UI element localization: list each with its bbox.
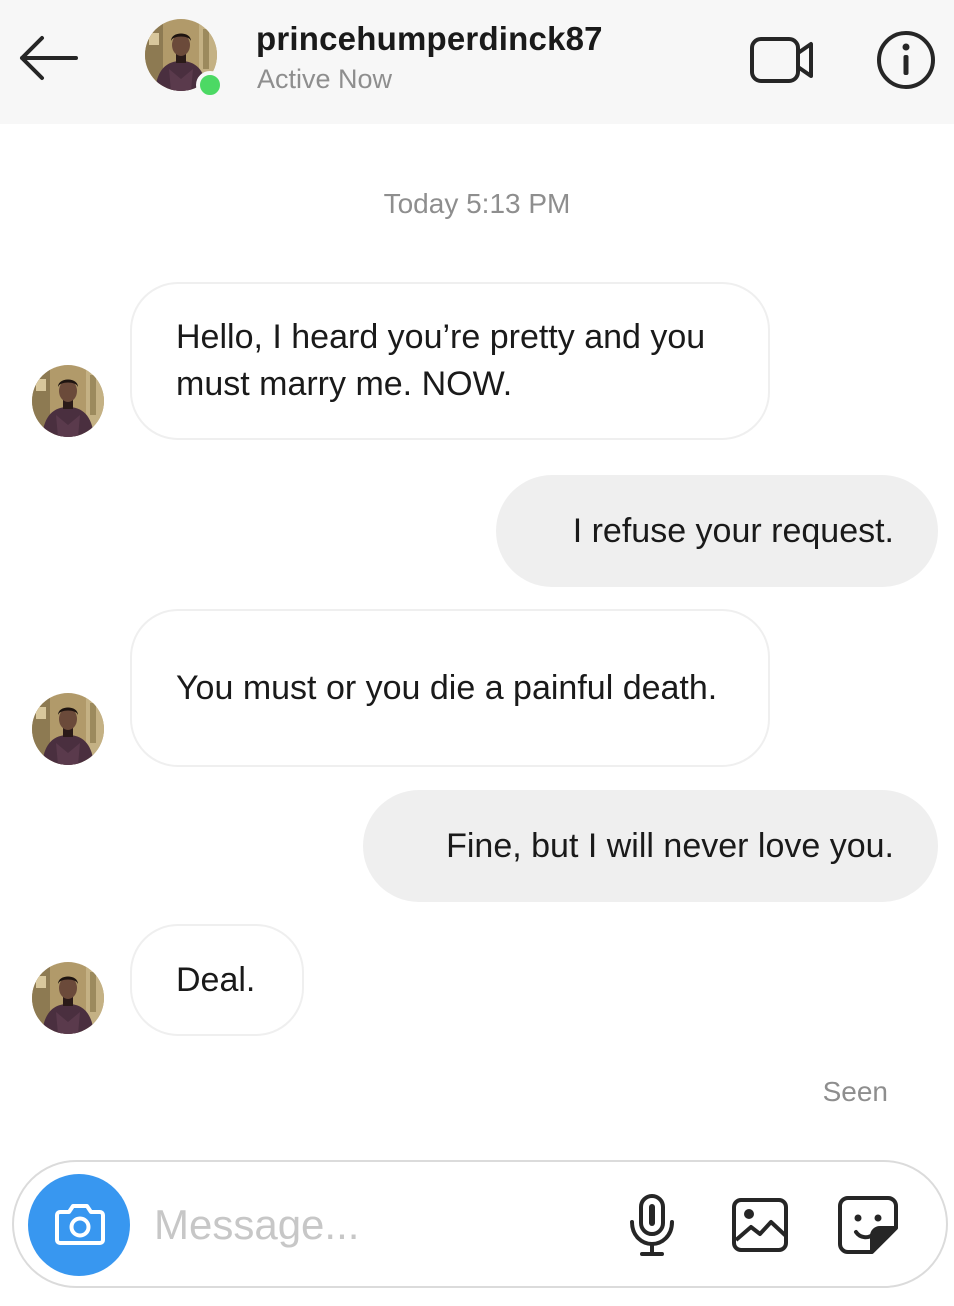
message-text: Hello, I heard you’re pretty and you mus… (176, 318, 706, 403)
contact-username[interactable]: princehumperdinck87 (256, 20, 603, 58)
message-bubble-incoming[interactable]: You must or you die a painful death. (130, 609, 770, 767)
thread-timestamp: Today 5:13 PM (383, 188, 571, 219)
message-text: I refuse your request. (572, 511, 894, 550)
active-status: Active Now (257, 64, 393, 94)
message-input[interactable] (152, 1190, 596, 1260)
message-bubble-outgoing[interactable]: Fine, but I will never love you. (363, 790, 938, 902)
camera-icon (55, 1204, 105, 1245)
back-arrow-icon[interactable] (14, 30, 84, 86)
image-icon[interactable] (730, 1196, 790, 1259)
message-text: Fine, but I will never love you. (446, 826, 894, 865)
info-icon[interactable] (874, 28, 938, 92)
sender-avatar[interactable] (32, 365, 104, 437)
message-bubble-outgoing[interactable]: I refuse your request. (496, 475, 938, 587)
microphone-icon[interactable] (624, 1192, 680, 1263)
seen-indicator: Seen (822, 1076, 888, 1107)
message-bubble-incoming[interactable]: Deal. (130, 924, 304, 1036)
camera-button[interactable] (28, 1174, 130, 1276)
sender-avatar[interactable] (32, 962, 104, 1034)
message-bubble-incoming[interactable]: Hello, I heard you’re pretty and you mus… (130, 282, 770, 440)
video-camera-icon[interactable] (748, 33, 818, 87)
sticker-icon[interactable] (836, 1194, 900, 1261)
contact-avatar[interactable] (145, 19, 224, 99)
message-text: Deal. (176, 960, 256, 999)
sender-avatar[interactable] (32, 693, 104, 765)
message-text: You must or you die a painful death. (176, 668, 718, 707)
chat-header: princehumperdinck87 Active Now (0, 0, 954, 124)
online-status-dot (196, 71, 224, 99)
message-composer (12, 1160, 948, 1288)
